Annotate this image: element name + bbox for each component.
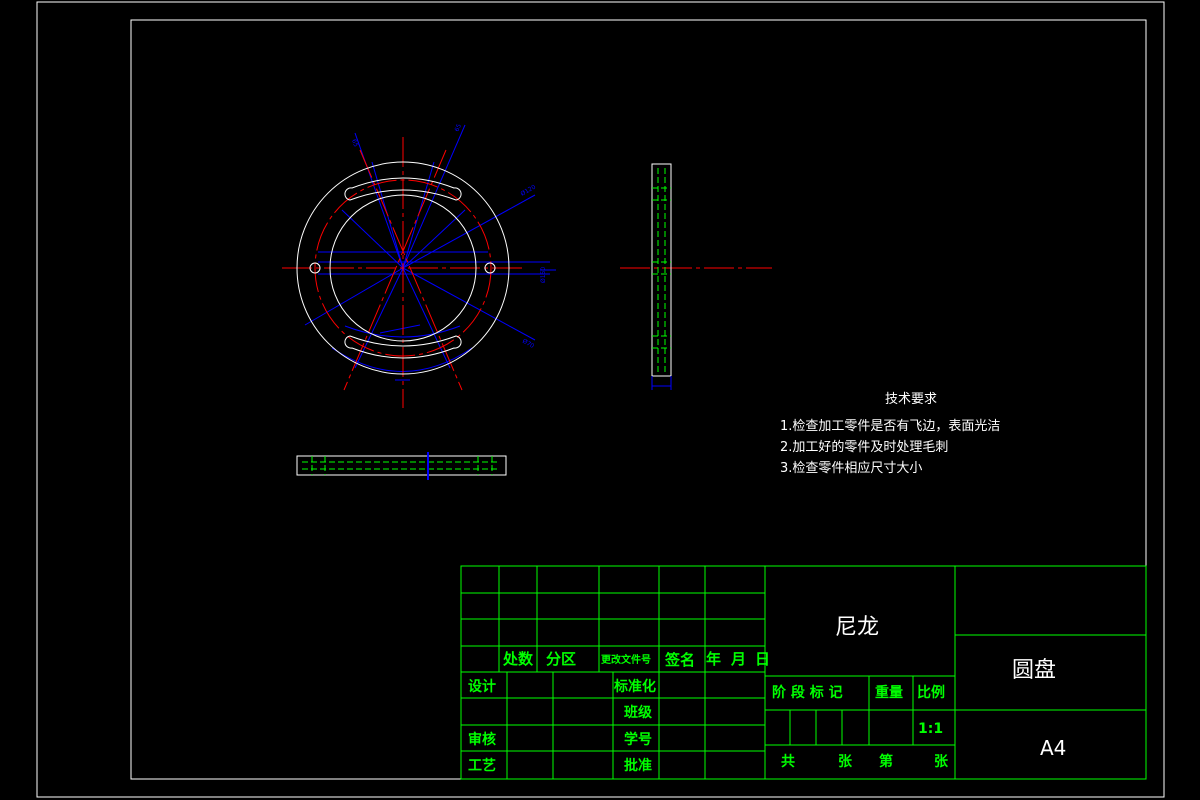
sheet-size: A4 [1040, 736, 1066, 760]
front-view: 65 65 Ø120 Ø70 Ø150 [282, 123, 556, 408]
label-stage: 阶 段 标 记 [772, 684, 843, 701]
svg-text:65: 65 [350, 138, 359, 148]
outer-border [36, 1, 1165, 798]
rev-header-doc: 更改文件号 [601, 653, 651, 666]
side-view [620, 163, 772, 390]
part-name: 圆盘 [1012, 658, 1056, 683]
label-approve: 批准 [624, 757, 652, 774]
label-weight: 重量 [875, 684, 903, 701]
drawing-sheet: 65 65 Ø120 Ø70 Ø150 技术要求 1.检查加工零件是否有飞边，表… [36, 1, 1165, 798]
top-view [296, 452, 507, 480]
label-scale: 比例 [917, 684, 945, 701]
rev-header-month: 月 [730, 650, 746, 668]
label-design: 设计 [468, 678, 496, 695]
label-review: 审核 [468, 731, 496, 748]
label-total: 共 [781, 753, 795, 770]
svg-text:Ø150: Ø150 [540, 267, 547, 283]
rev-header-zone: 分区 [546, 650, 576, 668]
rev-header-day: 日 [755, 650, 770, 668]
tech-req-line-3: 3.检查零件相应尺寸大小 [780, 460, 922, 476]
title-block: 处数 分区 更改文件号 签名 年 月 日 设计 标准化 班级 审核 学号 工艺 … [460, 565, 1147, 780]
tech-req-title: 技术要求 [885, 392, 937, 407]
rev-header-count: 处数 [502, 650, 534, 668]
label-no: 第 [879, 753, 893, 770]
label-class: 班级 [624, 704, 653, 721]
technical-requirements: 技术要求 1.检查加工零件是否有飞边，表面光洁 2.加工好的零件及时处理毛刺 3… [780, 392, 1000, 476]
label-sheets: 张 [838, 754, 853, 770]
tech-req-line-2: 2.加工好的零件及时处理毛刺 [780, 439, 948, 455]
material: 尼龙 [835, 615, 879, 640]
label-process: 工艺 [468, 757, 496, 774]
rev-header-sign: 签名 [664, 651, 695, 669]
label-standard: 标准化 [613, 678, 656, 695]
svg-text:65: 65 [453, 123, 463, 133]
label-student-id: 学号 [624, 731, 652, 748]
tech-req-line-1: 1.检查加工零件是否有飞边，表面光洁 [780, 419, 1000, 434]
scale-value: 1:1 [918, 721, 943, 737]
rev-header-year: 年 [706, 650, 721, 668]
label-sheet: 张 [934, 754, 949, 770]
